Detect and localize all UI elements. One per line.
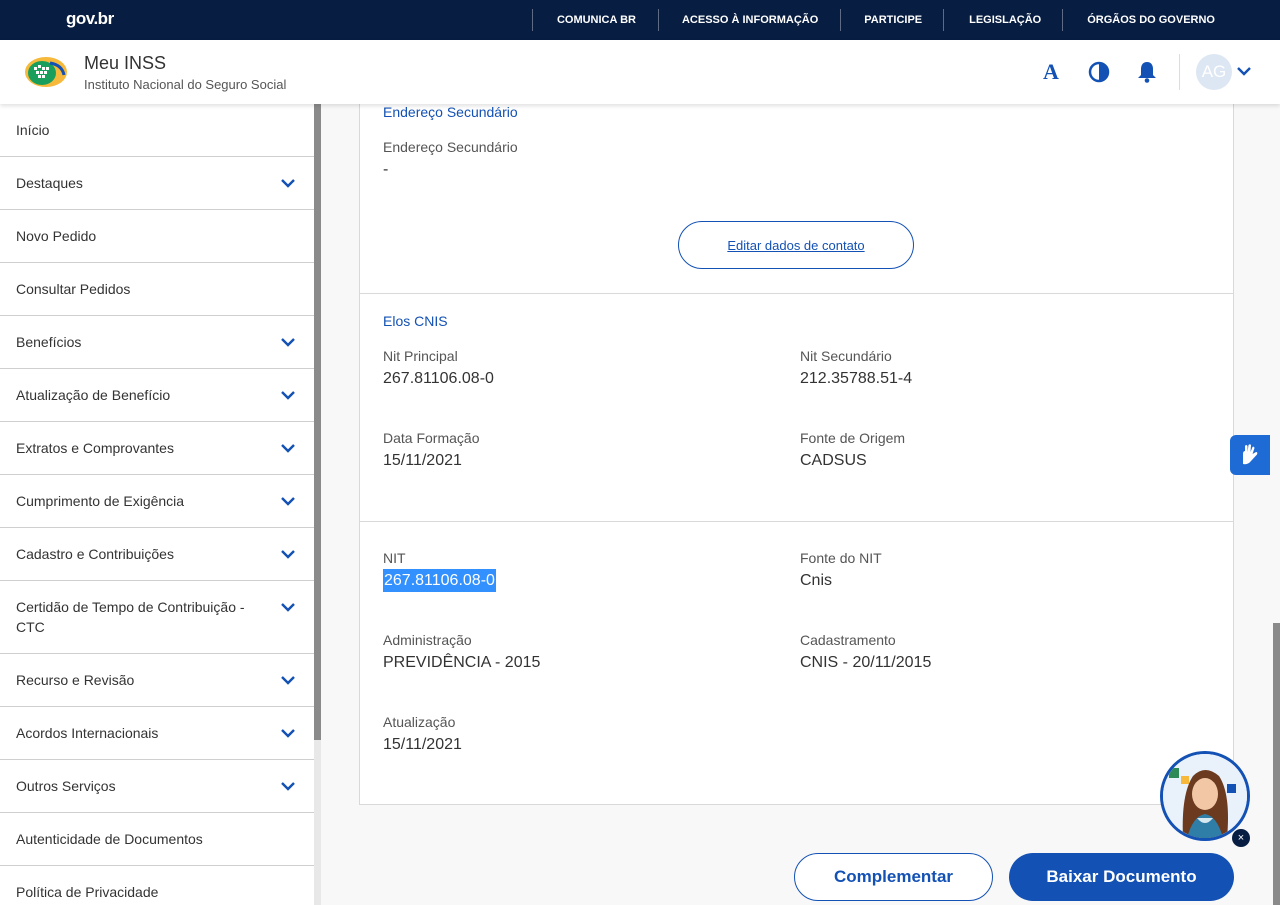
download-document-button[interactable]: Baixar Documento: [1009, 853, 1234, 901]
chevron-down-icon[interactable]: [1236, 63, 1252, 84]
nav-comunica-br[interactable]: COMUNICA BR: [531, 9, 658, 31]
section-title-endereco-secundario: Endereço Secundário: [383, 104, 518, 120]
govbr-top-bar: gov.br COMUNICA BR ACESSO À INFORMAÇÃO P…: [0, 0, 1280, 40]
field-value: 15/11/2021: [383, 736, 462, 753]
sidebar-menu: Início Destaques Novo Pedido Consultar P…: [0, 104, 314, 905]
sidebar-item-privacidade[interactable]: Política de Privacidade: [0, 866, 314, 905]
chevron-down-icon[interactable]: [280, 599, 296, 615]
nav-participe[interactable]: PARTICIPE: [840, 9, 943, 31]
sidebar-item-label: Outros Serviços: [16, 778, 116, 794]
user-avatar[interactable]: AG: [1196, 54, 1232, 90]
details-card: Endereço Secundário Endereço Secundário …: [359, 104, 1234, 805]
field-label: Data Formação: [383, 430, 480, 446]
chevron-down-icon[interactable]: [280, 440, 296, 456]
sidebar-item-label: Novo Pedido: [16, 228, 97, 244]
sidebar-item-label: Autenticidade de Documentos: [16, 831, 203, 847]
field-label: Atualização: [383, 714, 456, 730]
chevron-down-icon[interactable]: [280, 725, 296, 741]
chevron-down-icon[interactable]: [280, 387, 296, 403]
sidebar-item-cadastro[interactable]: Cadastro e Contribuições: [0, 528, 314, 581]
field-label: Fonte do NIT: [800, 550, 882, 566]
field-label: Fonte de Origem: [800, 430, 906, 446]
field-value: Cnis: [800, 572, 833, 589]
complementar-button[interactable]: Complementar: [794, 853, 993, 901]
field-value: CNIS - 20/11/2015: [800, 654, 932, 671]
sidebar-item-recurso[interactable]: Recurso e Revisão: [0, 654, 314, 707]
nav-acesso-informacao[interactable]: ACESSO À INFORMAÇÃO: [657, 9, 840, 31]
header-separator: [1179, 54, 1180, 90]
section-divider: [360, 293, 1233, 294]
sidebar-item-label: Recurso e Revisão: [16, 672, 135, 688]
sidebar-item-beneficios[interactable]: Benefícios: [0, 316, 314, 369]
font-size-icon[interactable]: A: [1039, 59, 1063, 84]
app-title: Meu INSS: [84, 53, 167, 73]
field-value-selected[interactable]: 267.81106.08-0: [383, 569, 496, 592]
sidebar-item-novo-pedido[interactable]: Novo Pedido: [0, 210, 314, 263]
field-label: NIT: [383, 550, 406, 566]
section-divider: [360, 521, 1233, 522]
govbr-nav: COMUNICA BR ACESSO À INFORMAÇÃO PARTICIP…: [531, 0, 1280, 40]
app-header: Meu INSS Instituto Nacional do Seguro So…: [0, 40, 1280, 104]
sidebar-item-label: Certidão de Tempo de Contribuição - CTC: [16, 599, 245, 635]
sidebar-item-inicio[interactable]: Início: [0, 104, 314, 157]
sidebar-scrollbar-thumb[interactable]: [314, 104, 321, 740]
sidebar-item-label: Acordos Internacionais: [16, 725, 159, 741]
sidebar-item-label: Cadastro e Contribuições: [16, 546, 174, 562]
field-label: Cadastramento: [800, 632, 896, 648]
sidebar-item-label: Atualização de Benefício: [16, 387, 171, 403]
chevron-down-icon[interactable]: [280, 175, 296, 191]
sidebar-item-label: Consultar Pedidos: [16, 281, 131, 297]
sign-language-icon[interactable]: [1230, 435, 1270, 475]
sidebar-item-destaques[interactable]: Destaques: [0, 157, 314, 210]
chevron-down-icon[interactable]: [280, 546, 296, 562]
sidebar-item-label: Política de Privacidade: [16, 884, 159, 900]
close-icon[interactable]: ×: [1232, 829, 1250, 847]
chevron-down-icon[interactable]: [280, 778, 296, 794]
sidebar-item-atualizacao-beneficio[interactable]: Atualização de Benefício: [0, 369, 314, 422]
sidebar-item-outros[interactable]: Outros Serviços: [0, 760, 314, 813]
sidebar-item-autenticidade[interactable]: Autenticidade de Documentos: [0, 813, 314, 866]
field-label: Nit Principal: [383, 348, 458, 364]
field-value: 212.35788.51-4: [800, 370, 913, 387]
sidebar-item-ctc[interactable]: Certidão de Tempo de Contribuição - CTC: [0, 581, 314, 654]
field-value: 15/11/2021: [383, 452, 462, 469]
nav-legislacao[interactable]: LEGISLAÇÃO: [943, 9, 1062, 31]
chevron-down-icon[interactable]: [280, 493, 296, 509]
sidebar-item-label: Início: [16, 122, 50, 138]
sidebar-item-consultar-pedidos[interactable]: Consultar Pedidos: [0, 263, 314, 316]
sidebar-item-exigencia[interactable]: Cumprimento de Exigência: [0, 475, 314, 528]
app-subtitle: Instituto Nacional do Seguro Social: [84, 77, 287, 92]
section-title-elos-cnis: Elos CNIS: [383, 313, 448, 329]
sidebar-item-label: Cumprimento de Exigência: [16, 493, 185, 509]
notification-bell-icon[interactable]: [1135, 60, 1159, 84]
contrast-icon[interactable]: [1087, 60, 1111, 84]
sidebar-item-label: Benefícios: [16, 334, 82, 350]
sidebar-item-label: Destaques: [16, 175, 83, 191]
govbr-logo[interactable]: gov.br: [66, 9, 114, 29]
inss-logo-icon[interactable]: [24, 55, 68, 89]
chevron-down-icon[interactable]: [280, 334, 296, 350]
sidebar-item-acordos[interactable]: Acordos Internacionais: [0, 707, 314, 760]
virtual-assistant-avatar[interactable]: [1160, 751, 1250, 841]
field-label: Nit Secundário: [800, 348, 892, 364]
edit-contact-button[interactable]: Editar dados de contato: [678, 221, 914, 269]
field-value: CADSUS: [800, 452, 867, 469]
field-value: -: [383, 161, 389, 178]
main-scrollbar-thumb[interactable]: [1273, 623, 1280, 905]
sidebar-item-label: Extratos e Comprovantes: [16, 440, 174, 456]
sidebar-item-extratos[interactable]: Extratos e Comprovantes: [0, 422, 314, 475]
field-value: PREVIDÊNCIA - 2015: [383, 654, 541, 671]
field-label: Administração: [383, 632, 472, 648]
nav-orgaos-governo[interactable]: ÓRGÃOS DO GOVERNO: [1062, 9, 1280, 31]
field-label: Endereço Secundário: [383, 139, 518, 155]
chevron-down-icon[interactable]: [280, 672, 296, 688]
field-value: 267.81106.08-0: [383, 370, 494, 387]
